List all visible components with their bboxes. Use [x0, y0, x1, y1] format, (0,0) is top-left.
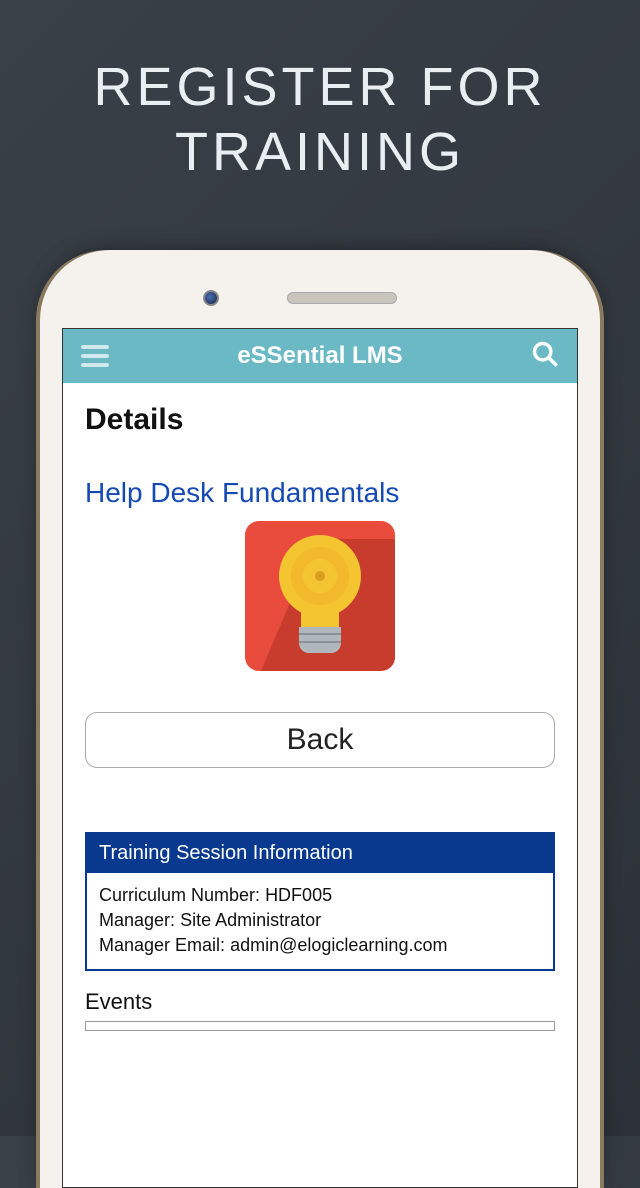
session-info-panel: Training Session Information Curriculum … — [85, 832, 555, 971]
events-heading: Events — [85, 989, 555, 1015]
lightbulb-icon — [245, 521, 395, 671]
phone-frame: eSSential LMS Details Help Desk Fundamen… — [40, 250, 600, 1188]
session-info-body: Curriculum Number: HDF005 Manager: Site … — [87, 873, 553, 969]
manager-row: Manager: Site Administrator — [99, 908, 541, 933]
curriculum-value: HDF005 — [265, 885, 332, 905]
promo-line-1: REGISTER FOR — [93, 57, 546, 117]
promo-title: REGISTER FOR TRAINING — [0, 0, 640, 225]
course-icon-wrap — [85, 521, 555, 676]
app-title: eSSential LMS — [237, 342, 402, 370]
events-box[interactable] — [85, 1021, 555, 1031]
manager-email-row: Manager Email: admin@elogiclearning.com — [99, 933, 541, 958]
promo-line-2: TRAINING — [175, 122, 465, 182]
manager-value: Site Administrator — [180, 910, 321, 930]
manager-email-label: Manager Email: — [99, 935, 225, 955]
session-info-header: Training Session Information — [87, 834, 553, 873]
phone-hardware-top — [62, 278, 578, 328]
manager-email-value: admin@elogiclearning.com — [230, 935, 447, 955]
back-button[interactable]: Back — [85, 712, 555, 768]
phone-screen: eSSential LMS Details Help Desk Fundamen… — [62, 328, 578, 1188]
menu-icon[interactable] — [81, 345, 109, 367]
speaker-icon — [287, 292, 397, 304]
camera-icon — [203, 290, 219, 306]
course-title[interactable]: Help Desk Fundamentals — [85, 477, 555, 509]
curriculum-label: Curriculum Number: — [99, 885, 260, 905]
manager-label: Manager: — [99, 910, 175, 930]
app-header: eSSential LMS — [63, 329, 577, 383]
page-content: Details Help Desk Fundamentals Back Trai… — [63, 383, 577, 1051]
curriculum-row: Curriculum Number: HDF005 — [99, 883, 541, 908]
search-icon[interactable] — [531, 340, 559, 373]
page-heading: Details — [85, 403, 555, 437]
